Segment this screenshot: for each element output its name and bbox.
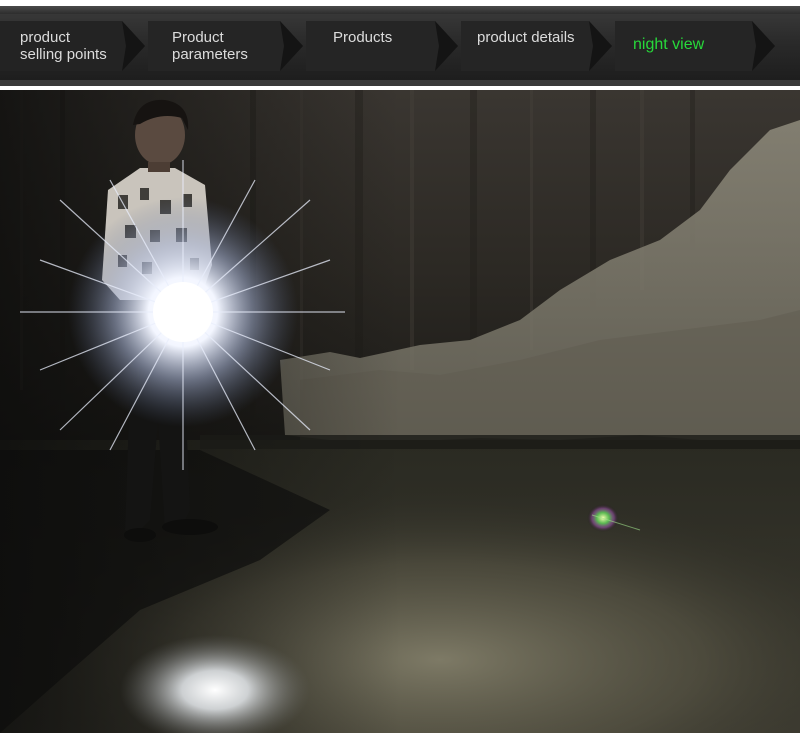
tab-products[interactable]: Products [306,21,458,71]
tab-label: night view [633,35,705,53]
tab-product-details[interactable]: product details [461,21,612,71]
night-view-photo [0,90,800,733]
tab-product-selling-points[interactable]: product selling points [0,21,145,71]
tab-label: Product parameters [172,29,248,63]
tab-product-parameters[interactable]: Product parameters [148,21,303,71]
wall-floor-seam [200,435,800,449]
tab-night-view[interactable]: night view [615,21,775,71]
tab-label: product selling points [20,29,107,63]
night-scene-illustration [0,90,800,733]
section-nav-bar: product selling points Product parameter… [0,6,800,86]
tab-label: product details [477,28,575,46]
tab-label: Products [333,28,393,46]
page: product selling points Product parameter… [0,0,800,733]
